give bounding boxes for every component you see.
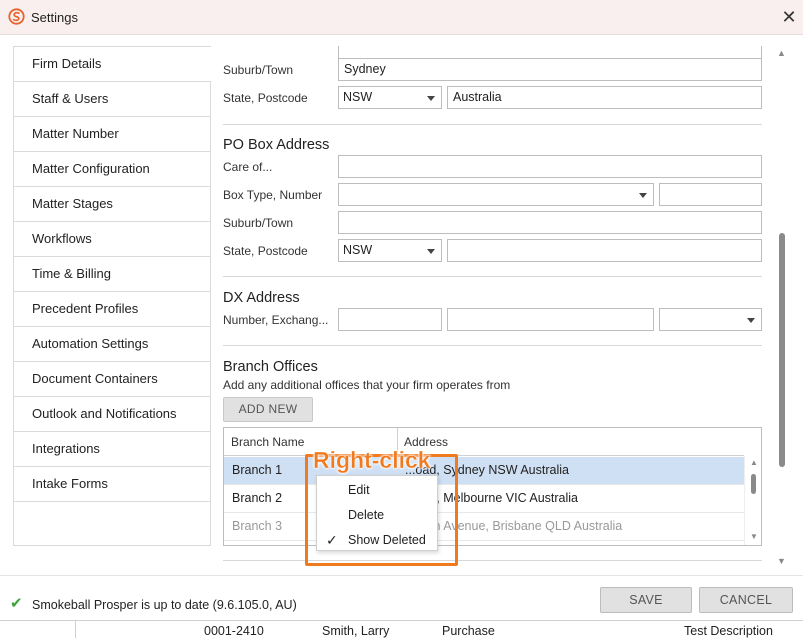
suburb-field[interactable]: Sydney: [338, 58, 762, 81]
care-of-label: Care of...: [223, 160, 273, 174]
state-select[interactable]: NSW: [338, 86, 442, 109]
box-type-label: Box Type, Number: [223, 188, 323, 202]
table-header: Branch Name Address: [224, 428, 744, 456]
sidebar-item-automation-settings[interactable]: Automation Settings: [14, 327, 211, 362]
settings-sidebar: Firm Details Staff & Users Matter Number…: [13, 46, 211, 546]
po-postcode-field[interactable]: [447, 239, 762, 262]
chevron-down-icon: [747, 318, 755, 323]
cancel-button[interactable]: CANCEL: [699, 587, 793, 613]
scroll-down-icon[interactable]: ▼: [777, 556, 786, 566]
section-divider: [223, 124, 762, 125]
table-scrollbar[interactable]: ▲ ▼: [744, 456, 761, 545]
title-bar: Settings ✕: [0, 0, 803, 35]
main-scrollbar[interactable]: ▲ ▼: [775, 46, 789, 570]
po-suburb-label: Suburb/Town: [223, 216, 294, 230]
checkmark-icon: ✔: [10, 595, 23, 612]
footer-divider: [0, 575, 803, 576]
scroll-down-icon[interactable]: ▼: [750, 532, 758, 541]
annotation-label: Right-click: [313, 447, 431, 473]
table-row[interactable]: Branch 2 ...oad, Melbourne VIC Australia: [224, 485, 744, 513]
update-status-text: Smokeball Prosper is up to date (9.6.105…: [32, 598, 297, 612]
dx-state-select[interactable]: [659, 308, 762, 331]
sidebar-item-intake-forms[interactable]: Intake Forms: [14, 467, 211, 502]
add-new-button[interactable]: ADD NEW: [223, 397, 313, 422]
branch-offices-subtitle: Add any additional offices that your fir…: [223, 378, 511, 392]
background-matter-type: Purchase: [442, 624, 495, 638]
background-matter-number: 0001-2410: [204, 624, 264, 638]
scroll-up-icon[interactable]: ▲: [777, 48, 786, 58]
sidebar-item-matter-configuration[interactable]: Matter Configuration: [14, 152, 211, 187]
state-select-value: NSW: [343, 90, 373, 104]
section-divider: [223, 345, 762, 346]
branch-table: Branch Name Address Branch 1 ...oad, Syd…: [223, 427, 762, 546]
smokeball-logo-icon: [8, 8, 25, 25]
context-menu-edit[interactable]: Edit: [317, 478, 437, 502]
context-menu: Edit Delete ✓ Show Deleted: [316, 475, 438, 551]
po-state-postcode-label: State, Postcode: [223, 244, 308, 258]
branch-name-cell: Branch 1: [232, 463, 283, 477]
branch-offices-title: Branch Offices: [223, 359, 318, 375]
table-row[interactable]: Branch 1 ...oad, Sydney NSW Australia: [224, 457, 744, 485]
checkmark-icon: ✓: [326, 532, 338, 548]
branch-name-cell: Branch 3: [232, 519, 283, 533]
dx-number-label: Number, Exchang...: [223, 313, 329, 327]
section-divider: [223, 276, 762, 277]
sidebar-item-time-billing[interactable]: Time & Billing: [14, 257, 211, 292]
sidebar-item-integrations[interactable]: Integrations: [14, 432, 211, 467]
po-box-title: PO Box Address: [223, 137, 330, 153]
sidebar-item-document-containers[interactable]: Document Containers: [14, 362, 211, 397]
save-button[interactable]: SAVE: [600, 587, 692, 613]
context-menu-delete[interactable]: Delete: [317, 503, 437, 527]
sidebar-item-firm-details[interactable]: Firm Details: [14, 47, 211, 82]
care-of-field[interactable]: [338, 155, 762, 178]
column-header-branch-name[interactable]: Branch Name: [224, 428, 304, 456]
country-field[interactable]: Australia: [447, 86, 762, 109]
dx-exchange-field[interactable]: [447, 308, 654, 331]
sidebar-item-matter-stages[interactable]: Matter Stages: [14, 187, 211, 222]
background-description: Test Description: [684, 624, 773, 638]
scroll-up-icon[interactable]: ▲: [750, 458, 758, 467]
chevron-down-icon: [639, 193, 647, 198]
section-divider: [223, 560, 762, 561]
state-postcode-label: State, Postcode: [223, 91, 308, 105]
suburb-label: Suburb/Town: [223, 63, 294, 77]
dx-number-field[interactable]: [338, 308, 442, 331]
po-state-select-value: NSW: [343, 243, 373, 257]
sidebar-item-outlook-notifications[interactable]: Outlook and Notifications: [14, 397, 211, 432]
context-menu-show-deleted[interactable]: ✓ Show Deleted: [317, 528, 437, 552]
show-deleted-label: Show Deleted: [348, 533, 426, 547]
background-divider: [75, 620, 76, 638]
chevron-down-icon: [427, 249, 435, 254]
box-number-field[interactable]: [659, 183, 762, 206]
sidebar-item-workflows[interactable]: Workflows: [14, 222, 211, 257]
sidebar-item-matter-number[interactable]: Matter Number: [14, 117, 211, 152]
po-suburb-field[interactable]: [338, 211, 762, 234]
box-type-select[interactable]: [338, 183, 654, 206]
chevron-down-icon: [427, 96, 435, 101]
window-title: Settings: [31, 10, 78, 25]
close-icon[interactable]: ✕: [778, 6, 800, 28]
sidebar-item-precedent-profiles[interactable]: Precedent Profiles: [14, 292, 211, 327]
dx-address-title: DX Address: [223, 290, 300, 306]
background-app-row: [0, 620, 803, 638]
po-state-select[interactable]: NSW: [338, 239, 442, 262]
table-scroll-thumb[interactable]: [751, 474, 756, 494]
sidebar-item-staff-users[interactable]: Staff & Users: [14, 82, 211, 117]
table-row[interactable]: Branch 3 ...roon Avenue, Brisbane QLD Au…: [224, 513, 744, 541]
branch-name-cell: Branch 2: [232, 491, 283, 505]
background-client-name: Smith, Larry: [322, 624, 390, 638]
main-scroll-thumb[interactable]: [779, 233, 785, 467]
